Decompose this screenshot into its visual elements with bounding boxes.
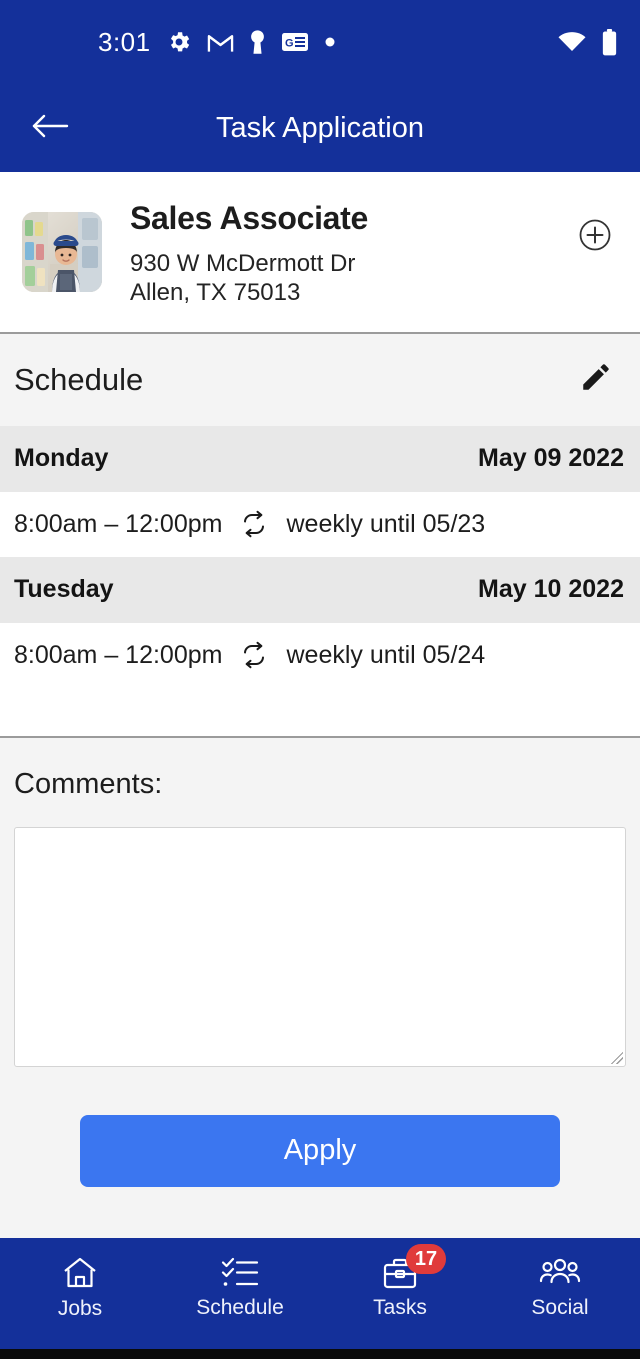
job-address: 930 W McDermott Dr Allen, TX 75013 (130, 250, 356, 307)
gear-icon (166, 29, 192, 55)
app-screen: 3:01 G Task Application Sales Associate … (0, 0, 640, 1359)
schedule-slot-recurrence: weekly until 05/24 (286, 640, 486, 669)
nav-label-social: Social (531, 1296, 589, 1319)
keyhole-icon (249, 29, 266, 55)
apply-button[interactable]: Apply (80, 1114, 560, 1187)
status-bar-clock: 3:01 (98, 26, 151, 57)
job-info: Sales Associate 930 W McDermott Dr Allen… (130, 200, 572, 308)
schedule-slot-recurrence: weekly until 05/23 (286, 509, 486, 538)
svg-text:G: G (285, 38, 294, 50)
schedule-slot-row[interactable]: 8:00am – 12:00pm weekly until 05/24 (0, 622, 640, 736)
checklist-icon (220, 1256, 260, 1290)
repeat-icon (238, 641, 270, 669)
schedule-slot-time: 8:00am – 12:00pm (14, 509, 223, 538)
nav-label-tasks: Tasks (373, 1296, 427, 1319)
schedule-day-name: Monday (14, 444, 109, 473)
schedule-day-name: Tuesday (14, 575, 114, 604)
repeat-icon (238, 510, 270, 538)
home-indicator-area (0, 1338, 640, 1349)
pencil-icon (579, 360, 613, 399)
comments-section: Comments: Apply (0, 737, 640, 1238)
home-icon (60, 1255, 100, 1291)
gmail-icon (207, 31, 234, 53)
people-group-icon (539, 1256, 581, 1290)
back-button[interactable] (14, 92, 86, 164)
nav-item-tasks[interactable]: 17 Tasks (320, 1244, 480, 1320)
job-title: Sales Associate (130, 200, 369, 236)
schedule-slot-time: 8:00am – 12:00pm (14, 640, 223, 669)
wifi-icon (557, 30, 587, 54)
resize-handle-icon[interactable] (611, 1051, 623, 1064)
back-arrow-icon (31, 111, 69, 146)
screen-bottom-edge (0, 1349, 640, 1359)
job-thumbnail (22, 212, 102, 292)
nav-item-schedule[interactable]: Schedule (160, 1256, 320, 1320)
comments-label: Comments: (14, 767, 163, 800)
schedule-title: Schedule (14, 361, 144, 397)
schedule-day-date: May 09 2022 (478, 444, 624, 473)
schedule-header: Schedule (0, 333, 640, 426)
nav-item-social[interactable]: Social (480, 1256, 640, 1320)
apply-button-wrap: Apply (14, 1114, 626, 1187)
schedule-day-row: Tuesday May 10 2022 (0, 556, 640, 623)
nav-item-jobs[interactable]: Jobs (0, 1255, 160, 1321)
edit-schedule-button[interactable] (572, 356, 620, 404)
battery-icon (601, 28, 618, 56)
briefcase-icon: 17 (380, 1244, 446, 1290)
tasks-badge: 17 (406, 1244, 446, 1274)
bottom-navigation: Jobs Schedule 17 Tasks Social (0, 1238, 640, 1338)
schedule-slot-row[interactable]: 8:00am – 12:00pm weekly until 05/23 (0, 491, 640, 557)
status-bar-right (557, 28, 618, 56)
nav-label-jobs: Jobs (57, 1297, 103, 1320)
status-bar-left: 3:01 G (98, 27, 336, 58)
nav-label-schedule: Schedule (196, 1296, 284, 1319)
page-title: Task Application (216, 111, 424, 144)
add-button[interactable] (572, 214, 618, 260)
google-news-icon: G (281, 31, 309, 53)
status-bar: 3:01 G (0, 0, 640, 84)
job-card[interactable]: Sales Associate 930 W McDermott Dr Allen… (0, 172, 640, 334)
dot-icon (324, 36, 336, 48)
comments-input[interactable] (14, 826, 626, 1067)
schedule-day-row: Monday May 09 2022 (0, 425, 640, 492)
plus-circle-icon (578, 218, 612, 257)
schedule-day-date: May 10 2022 (478, 575, 624, 604)
app-bar: Task Application (0, 84, 640, 172)
